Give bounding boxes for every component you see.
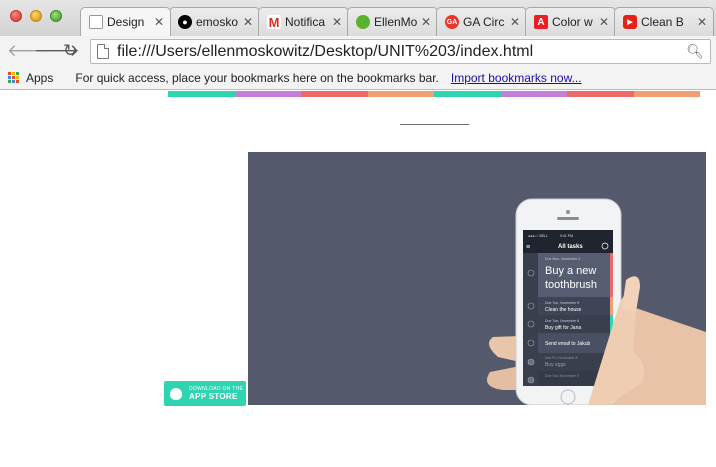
- stripe-segment: [301, 91, 368, 97]
- apps-grid-icon[interactable]: [8, 71, 20, 84]
- address-bar[interactable]: file:///Users/ellenmoskowitz/Desktop/UNI…: [90, 39, 711, 64]
- stripe-segment: [168, 91, 235, 97]
- stripe-segment: [633, 91, 700, 97]
- app-store-line2: APP STORE: [189, 391, 238, 401]
- stripe-segment: [434, 91, 501, 97]
- page-icon: [97, 44, 109, 59]
- close-icon[interactable]: ✕: [154, 15, 164, 29]
- app-store-badge[interactable]: DOWNLOAD ON THE APP STORE: [164, 381, 246, 406]
- tab-title: Notifica: [285, 15, 326, 29]
- zoom-window-button[interactable]: [50, 10, 62, 22]
- task-title: Buy gift for Jana: [545, 325, 581, 331]
- close-icon[interactable]: ✕: [510, 15, 520, 29]
- phone-time: 9:41 PM: [560, 234, 573, 238]
- tab-design[interactable]: Design ✕: [80, 7, 171, 36]
- task-date: Due Mon, November 4: [545, 257, 580, 261]
- stripe-segment: [500, 91, 567, 97]
- close-icon[interactable]: ✕: [421, 15, 431, 29]
- green-dot-icon: [356, 15, 370, 29]
- youtube-icon: ▶: [623, 15, 637, 29]
- tab-adobe[interactable]: A Color w ✕: [525, 7, 616, 36]
- tab-ellenmo[interactable]: EllenMo ✕: [347, 7, 438, 36]
- tab-title: Design: [107, 15, 145, 29]
- color-stripe: [168, 91, 700, 97]
- apps-label[interactable]: Apps: [26, 71, 53, 85]
- task-title: Buy eggs: [545, 362, 566, 368]
- task-title: Clean the house: [545, 307, 582, 313]
- stripe-segment: [234, 91, 301, 97]
- close-icon[interactable]: ✕: [332, 15, 342, 29]
- close-icon[interactable]: ✕: [599, 15, 609, 29]
- close-icon[interactable]: ✕: [243, 15, 253, 29]
- reload-icon[interactable]: ↻: [63, 41, 77, 61]
- task-title: toothbrush: [545, 279, 597, 291]
- tab-title: emosko: [196, 15, 239, 29]
- divider: [400, 124, 469, 125]
- stripe-segment: [567, 91, 634, 97]
- task-date: Due Tue, November 6: [545, 319, 579, 323]
- task-date: Due Tue, November 5: [545, 301, 579, 305]
- phone-header: All tasks: [558, 244, 583, 250]
- url-text: file:///Users/ellenmoskowitz/Desktop/UNI…: [117, 42, 534, 60]
- close-icon[interactable]: ✕: [697, 15, 707, 29]
- close-window-button[interactable]: [10, 10, 22, 22]
- tab-youtube[interactable]: ▶ Clean B ✕: [614, 7, 714, 36]
- task-date: Due Sat, November 9: [545, 374, 579, 378]
- app-store-line1: DOWNLOAD ON THE: [189, 385, 244, 392]
- hero-image: ●●●○○ BELL 9:41 PM All tasks ≡ Due Mon, …: [248, 152, 706, 405]
- menu-icon: ≡: [526, 244, 530, 251]
- task-date: Due Fri, November 8: [545, 356, 578, 360]
- bookmarks-bar: Apps For quick access, place your bookma…: [0, 66, 716, 90]
- gmail-icon: M: [267, 14, 281, 30]
- tab-title: Clean B: [641, 15, 684, 29]
- tab-github[interactable]: ● emosko ✕: [169, 7, 260, 36]
- adobe-icon: A: [534, 15, 548, 29]
- task-title: Send email to Jakub: [545, 341, 591, 347]
- tab-title: Color w: [552, 15, 593, 29]
- tab-title: GA Circ: [463, 15, 505, 29]
- hand-holding-phone-illustration: ●●●○○ BELL 9:41 PM All tasks ≡ Due Mon, …: [486, 198, 706, 405]
- minimize-window-button[interactable]: [30, 10, 42, 22]
- search-icon[interactable]: 🔍︎: [686, 43, 704, 60]
- import-bookmarks-link[interactable]: Import bookmarks now...: [451, 71, 582, 85]
- github-icon: ●: [178, 15, 192, 29]
- tab-ga[interactable]: GA GA Circ ✕: [436, 7, 527, 36]
- tab-title: EllenMo: [374, 15, 417, 29]
- ga-icon: GA: [445, 15, 459, 29]
- tab-bar: Design ✕ ● emosko ✕ M Notifica ✕ EllenMo…: [0, 0, 716, 36]
- document-icon: [89, 15, 103, 29]
- tab-gmail[interactable]: M Notifica ✕: [258, 7, 349, 36]
- task-title: Buy a new: [545, 265, 596, 277]
- phone-carrier: ●●●○○ BELL: [528, 234, 548, 238]
- bookmarks-hint: For quick access, place your bookmarks h…: [75, 70, 439, 85]
- apple-icon: [170, 387, 182, 400]
- toolbar: 🡐 🡒 ↻ file:///Users/ellenmoskowitz/Deskt…: [0, 36, 716, 66]
- stripe-segment: [367, 91, 434, 97]
